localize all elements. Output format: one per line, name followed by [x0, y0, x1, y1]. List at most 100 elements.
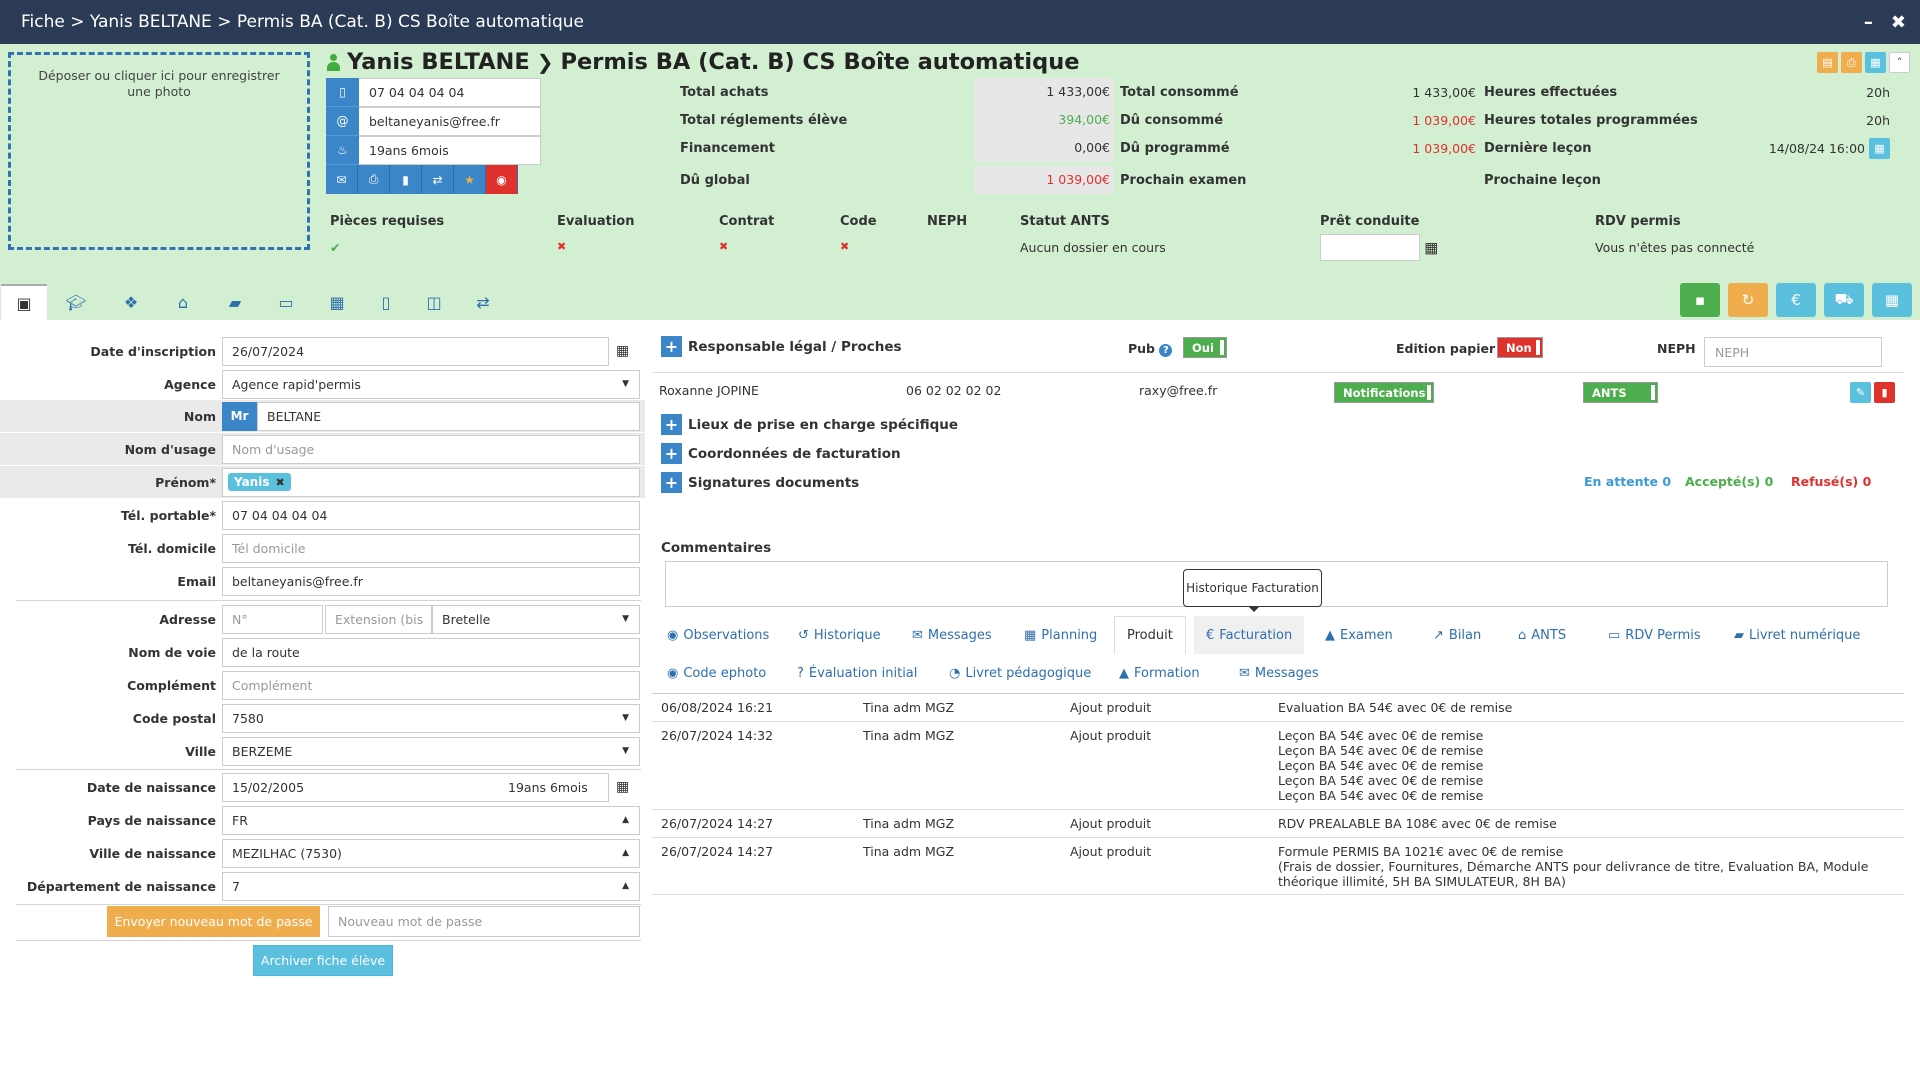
calendar-icon[interactable]: ▦ [1869, 137, 1890, 159]
section-title: Coordonnées de facturation [688, 445, 901, 462]
neph-input[interactable]: NEPH [1704, 337, 1882, 367]
numero-input[interactable]: N° [222, 604, 323, 634]
signatures-accepte[interactable]: Accepté(s) 0 [1685, 474, 1773, 489]
table-row: 06/08/2024 16:21 Tina adm MGZ Ajout prod… [652, 694, 1904, 722]
ants-toggle[interactable]: ANTS [1583, 382, 1658, 403]
edit-icon[interactable]: ✎ [1850, 382, 1871, 403]
send-password-button[interactable]: Envoyer nouveau mot de passe [107, 906, 320, 937]
nom-input[interactable]: BELTANE [257, 401, 640, 431]
tab-facturation[interactable]: € Facturation [1194, 616, 1305, 654]
tab-label: Livret numérique [1749, 627, 1861, 643]
print-icon[interactable]: ⎙ [1841, 52, 1862, 73]
edition-toggle[interactable]: Non [1497, 337, 1543, 358]
tab-label: Messages [927, 627, 992, 643]
divider [16, 769, 641, 770]
calendar-icon[interactable]: ▦ [616, 343, 632, 359]
caret-up-icon: ▲ [622, 815, 629, 825]
tab-livret-numerique[interactable]: ▰ Livret numérique [1734, 616, 1860, 654]
contact-email: raxy@free.fr [1139, 383, 1218, 398]
detail-line: Leçon BA 54€ avec 0€ de remise [1278, 788, 1484, 803]
archive-button[interactable]: Archiver fiche élève [253, 945, 393, 976]
pie-chart-icon: ◔ [949, 665, 961, 681]
euro-icon[interactable]: € [1776, 283, 1816, 317]
tab-bilan[interactable]: ↗ Bilan [1433, 616, 1481, 654]
calendar-icon[interactable]: ▦ [1865, 52, 1886, 73]
tab-observations[interactable]: ◉ Observations [667, 616, 769, 654]
email-input[interactable]: beltaneyanis@free.fr [222, 566, 640, 596]
refresh-icon[interactable]: ↻ [1728, 283, 1768, 317]
pret-conduite-input[interactable] [1320, 234, 1420, 261]
prenom-input[interactable]: Yanis ✖ [222, 467, 640, 497]
stat-label: Heures effectuées [1484, 84, 1618, 100]
plus-icon[interactable]: + [661, 414, 682, 435]
notifications-toggle[interactable]: Notifications [1334, 382, 1434, 403]
calendar-icon[interactable]: ▦ [1872, 283, 1912, 317]
minimize-icon[interactable]: – [1864, 12, 1873, 33]
stat-derniere-lecon: 14/08/24 16:00 [1768, 140, 1865, 156]
save-icon[interactable]: ▪ [1680, 283, 1720, 317]
field-label: Complément [127, 677, 216, 693]
pays-naissance-select[interactable]: FR ▲ [222, 805, 640, 835]
tel-portable-input[interactable]: 07 04 04 04 04 [222, 500, 640, 530]
detail-line: Leçon BA 54€ avec 0€ de remise [1278, 728, 1484, 743]
voie-type-select[interactable]: Bretelle ▼ [432, 604, 640, 634]
help-icon[interactable]: ? [1159, 344, 1173, 357]
tab-messages-2[interactable]: ✉ Messages [1239, 654, 1319, 692]
signatures-attente[interactable]: En attente 0 [1584, 474, 1671, 489]
bank-icon: ⌂ [1518, 627, 1527, 643]
tab-rdv-permis[interactable]: ▭ RDV Permis [1608, 616, 1701, 654]
tab-produit[interactable]: Produit [1114, 616, 1186, 654]
caret-down-icon: ▼ [622, 746, 629, 756]
calendar-icon[interactable]: ▦ [1424, 239, 1438, 257]
dept-naissance-select[interactable]: 7 ▲ [222, 871, 640, 901]
graduation-cap-icon: ▲ [1119, 665, 1129, 681]
plus-icon[interactable]: + [661, 443, 682, 464]
date-naissance-input[interactable]: 15/02/2005 19ans 6mois [222, 772, 609, 802]
tel-domicile-input[interactable]: Tél domicile [222, 533, 640, 563]
new-password-input[interactable]: Nouveau mot de passe [328, 906, 640, 937]
nom-voie-input[interactable]: de la route [222, 637, 640, 667]
divider [16, 940, 641, 941]
code-postal-select[interactable]: 7580 ▼ [222, 703, 640, 733]
clipboard-icon[interactable]: ▤ [1817, 52, 1838, 73]
tab-code-ephoto[interactable]: ◉ Code ephoto [667, 654, 766, 692]
agence-select[interactable]: Agence rapid'permis ▼ [222, 369, 640, 399]
trash-icon[interactable]: ▮ [1874, 382, 1895, 403]
nom-usage-input[interactable]: Nom d'usage [222, 434, 640, 464]
stat-du-global: 1 039,00€ [974, 166, 1114, 194]
tab-ants[interactable]: ⌂ ANTS [1518, 616, 1566, 654]
calendar-icon: ▦ [1024, 627, 1037, 643]
tab-formation[interactable]: ▲ Formation [1119, 654, 1200, 692]
remove-icon[interactable]: ✖ [275, 476, 284, 489]
ville-naissance-select[interactable]: MEZILHAC (7530) ▲ [222, 838, 640, 868]
cart-icon[interactable]: ⛟ [1824, 283, 1864, 317]
close-icon[interactable]: ✖ [1891, 12, 1906, 33]
history-date: 26/07/2024 14:27 [661, 816, 774, 831]
tab-evaluation-initial[interactable]: ? Évaluation initial [797, 654, 917, 692]
tab-planning[interactable]: ▦ Planning [1024, 616, 1097, 654]
date-inscription-input[interactable]: 26/07/2024 [222, 336, 609, 366]
section-responsable[interactable]: + Responsable légal / Proches [661, 336, 902, 357]
signatures-refuse[interactable]: Refusé(s) 0 [1791, 474, 1871, 489]
section-coordonnees[interactable]: + Coordonnées de facturation [661, 443, 901, 464]
camera-icon: ◉ [667, 665, 679, 681]
civilite-button[interactable]: Mr [222, 401, 257, 431]
tab-examen[interactable]: ▲ Examen [1325, 616, 1393, 654]
extension-input[interactable]: Extension (bis [325, 604, 432, 634]
section-lieux[interactable]: + Lieux de prise en charge spécifique [661, 414, 958, 435]
chevron-up-icon[interactable]: ˄ [1889, 52, 1910, 73]
date-naissance-value: 15/02/2005 [232, 779, 305, 795]
pub-toggle[interactable]: Oui [1183, 337, 1227, 358]
field-label: Tél. portable* [120, 507, 216, 523]
tab-messages[interactable]: ✉ Messages [912, 616, 992, 654]
plus-icon[interactable]: + [661, 336, 682, 357]
ville-select[interactable]: BERZEME ▼ [222, 736, 640, 766]
complement-input[interactable]: Complément [222, 670, 640, 700]
tab-livret-pedagogique[interactable]: ◔ Livret pédagogique [949, 654, 1091, 692]
plus-icon[interactable]: + [661, 472, 682, 493]
section-signatures[interactable]: + Signatures documents [661, 472, 859, 493]
student-form: Date d'inscription 26/07/2024 ▦ Agence A… [0, 0, 645, 1080]
section-title: Signatures documents [688, 474, 860, 491]
tab-historique[interactable]: ↺ Historique [798, 616, 881, 654]
calendar-icon[interactable]: ▦ [616, 779, 632, 795]
